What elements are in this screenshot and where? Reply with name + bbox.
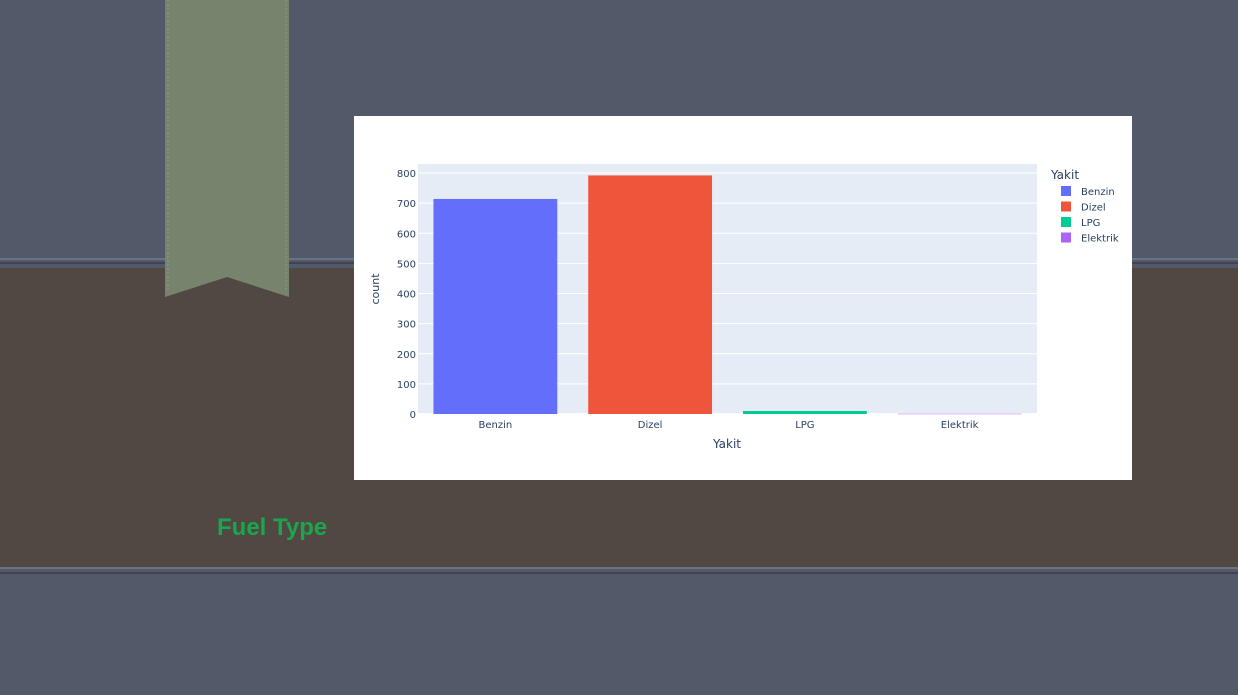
y-tick-labels: 0 100 200 300 400 500 600 700 800 [397, 169, 416, 421]
legend-swatch [1061, 186, 1071, 196]
y-tick-label: 700 [397, 199, 416, 210]
bar-elektrik[interactable] [897, 413, 1022, 415]
x-tick-label: Elektrik [941, 420, 979, 431]
x-tick-label: Benzin [479, 420, 513, 431]
y-tick-label: 400 [397, 290, 416, 301]
bar-dizel[interactable] [588, 175, 713, 414]
chart-card: 0 100 200 300 400 500 600 700 800 Benzin Dizel LPG… [354, 116, 1132, 480]
y-tick-label: 0 [410, 410, 416, 421]
x-tick-labels: Benzin Dizel LPG Elektrik [479, 420, 979, 431]
x-tick-label: Dizel [638, 420, 663, 431]
legend-title: Yakit [1050, 168, 1079, 182]
legend-item-elektrik[interactable]: Elektrik [1081, 234, 1119, 245]
legend-swatch [1061, 217, 1071, 227]
legend-item-lpg[interactable]: LPG [1081, 218, 1100, 229]
bar-benzin[interactable] [433, 198, 558, 414]
y-tick-label: 300 [397, 320, 416, 331]
y-tick-label: 200 [397, 350, 416, 361]
y-tick-label: 800 [397, 169, 416, 180]
divider-line [0, 572, 1238, 574]
bookmark-ribbon [165, 0, 289, 297]
y-tick-label: 500 [397, 259, 416, 270]
bar-lpg[interactable] [742, 410, 867, 414]
legend[interactable]: Benzin Dizel LPG Elektrik [1061, 186, 1119, 245]
y-axis-title: count [369, 273, 382, 305]
y-tick-label: 600 [397, 229, 416, 240]
x-tick-label: LPG [795, 420, 814, 431]
y-tick-label: 100 [397, 380, 416, 391]
legend-item-dizel[interactable]: Dizel [1081, 203, 1106, 214]
divider-line [0, 567, 1238, 569]
bar-chart: 0 100 200 300 400 500 600 700 800 Benzin Dizel LPG… [369, 164, 1119, 451]
legend-swatch [1061, 201, 1071, 212]
legend-item-benzin[interactable]: Benzin [1081, 187, 1115, 198]
x-axis-title: Yakit [712, 437, 741, 451]
slide-title: Fuel Type [217, 514, 328, 541]
legend-swatch [1061, 232, 1071, 243]
